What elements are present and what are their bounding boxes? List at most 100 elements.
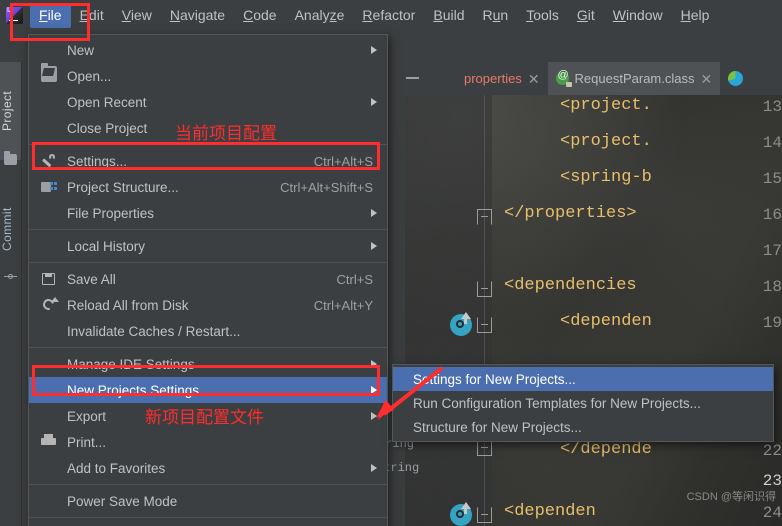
menu-bar: File Edit View Navigate Code Analyze Ref… — [0, 0, 782, 31]
menu-view[interactable]: View — [113, 3, 161, 28]
menu-item-save-all[interactable]: Save All Ctrl+S — [29, 266, 387, 292]
menu-item-label: Power Save Mode — [67, 493, 178, 509]
submenu-item-label: Structure for New Projects... — [413, 419, 582, 435]
menu-item-exit[interactable]: Exit — [29, 521, 387, 526]
code-line: <project. — [560, 132, 652, 151]
menu-separator — [29, 347, 387, 348]
menu-item-shortcut: Ctrl+Alt+Shift+S — [280, 179, 373, 195]
editor-tab-strip: properties ✕ RequestParam.class ✕ — [396, 62, 782, 95]
menu-item-label: Open... — [67, 68, 112, 84]
toolwindow-stripe: Project Commit — [0, 62, 22, 526]
menu-item-project-structure[interactable]: Project Structure... Ctrl+Alt+Shift+S — [29, 174, 387, 200]
menu-item-shortcut: Ctrl+S — [336, 271, 373, 287]
submenu-item-structure-for-new-projects[interactable]: Structure for New Projects... — [393, 415, 773, 439]
chevron-right-icon — [371, 46, 377, 54]
commit-icon — [4, 270, 17, 283]
folder-icon — [41, 63, 57, 82]
menu-separator — [29, 517, 387, 518]
submenu-item-label: Run Configuration Templates for New Proj… — [413, 395, 701, 411]
menu-code[interactable]: Code — [234, 3, 285, 28]
code-line: <spring-b — [560, 168, 652, 187]
code-line: <project. — [560, 96, 652, 115]
menu-item-label: New — [67, 42, 95, 58]
editor-tab-label: RequestParam.class — [574, 71, 695, 86]
reload-icon — [41, 297, 59, 313]
line-number: 18 — [762, 278, 782, 296]
menu-navigate[interactable]: Navigate — [161, 3, 234, 28]
code-line: <dependencies — [504, 276, 637, 295]
close-icon[interactable]: ✕ — [701, 72, 713, 86]
annotation-class-icon — [555, 69, 572, 87]
line-number: 19 — [762, 314, 782, 332]
menu-separator — [29, 262, 387, 263]
menu-item-label: File Properties — [67, 205, 155, 221]
annotation-box-settings — [32, 142, 380, 170]
menu-item-power-save-mode[interactable]: Power Save Mode — [29, 488, 387, 514]
save-icon — [41, 271, 57, 287]
close-icon[interactable]: ✕ — [528, 72, 540, 86]
menu-item-file-properties[interactable]: File Properties — [29, 200, 387, 226]
menu-item-reload-all-from-disk[interactable]: Reload All from Disk Ctrl+Alt+Y — [29, 292, 387, 318]
code-line: </depende — [560, 440, 652, 459]
code-line: </properties> — [504, 204, 637, 223]
menu-run[interactable]: Run — [474, 3, 518, 28]
annotation-current-project-config: 当前项目配置 — [175, 124, 277, 143]
ide-window: 13 14 15 16 17 18 19 22 23 24 <project. … — [0, 0, 782, 526]
menu-git[interactable]: Git — [568, 3, 604, 28]
menu-build[interactable]: Build — [424, 3, 473, 28]
menu-window[interactable]: Window — [604, 3, 672, 28]
menu-item-label: Project Structure... — [67, 179, 179, 195]
menu-help[interactable]: Help — [672, 3, 719, 28]
editor-tab-requestparam[interactable]: RequestParam.class ✕ — [547, 62, 721, 95]
line-number: 14 — [762, 134, 782, 152]
print-icon — [41, 434, 57, 450]
gutter-edge — [396, 62, 405, 526]
menu-item-local-history[interactable]: Local History — [29, 233, 387, 259]
menu-item-open-recent[interactable]: Open Recent — [29, 89, 387, 115]
project-structure-icon — [41, 179, 57, 195]
line-number: 15 — [762, 170, 782, 188]
submenu-item-run-config-templates[interactable]: Run Configuration Templates for New Proj… — [393, 391, 773, 415]
partial-tab-icon — [728, 71, 744, 86]
menu-separator — [29, 484, 387, 485]
line-number: 17 — [762, 242, 782, 260]
menu-item-label: Save All — [67, 271, 116, 287]
line-number: 13 — [762, 98, 782, 116]
code-line: <dependen — [504, 502, 596, 521]
editor-tab-label: properties — [464, 71, 522, 86]
menu-item-label: Open Recent — [67, 94, 147, 110]
sidebar-item-label: Project — [0, 90, 14, 132]
annotation-box-new-projects-settings — [32, 365, 380, 396]
submenu-item-settings-for-new-projects[interactable]: Settings for New Projects... — [393, 367, 773, 391]
menu-item-print[interactable]: Print... — [29, 429, 387, 455]
menu-analyze[interactable]: Analyze — [286, 3, 354, 28]
menu-tools[interactable]: Tools — [517, 3, 568, 28]
menu-item-label: Add to Favorites — [67, 460, 166, 476]
line-number: 16 — [762, 206, 782, 224]
menu-item-open[interactable]: Open... — [29, 63, 387, 89]
code-line: <dependen — [560, 312, 652, 331]
chevron-right-icon — [371, 209, 377, 217]
run-gutter-icon[interactable] — [450, 312, 472, 336]
menu-item-add-to-favorites[interactable]: Add to Favorites — [29, 455, 387, 481]
menu-item-label: Invalidate Caches / Restart... — [67, 323, 241, 339]
annotation-box-file-menu — [10, 3, 90, 41]
menu-refactor[interactable]: Refactor — [353, 3, 424, 28]
sidebar-item-commit[interactable]: Commit — [0, 180, 21, 278]
sidebar-item-project[interactable]: Project — [0, 62, 21, 160]
editor-tab-properties[interactable]: properties ✕ — [456, 62, 548, 95]
run-gutter-icon[interactable] — [450, 502, 472, 526]
editor-tab-partial[interactable] — [720, 62, 751, 95]
menu-item-label: Reload All from Disk — [67, 297, 189, 313]
line-number: 22 — [762, 442, 782, 460]
annotation-new-project-config-file: 新项目配置文件 — [145, 408, 264, 427]
folder-icon — [4, 151, 17, 165]
annotation-arrow-icon — [376, 366, 444, 420]
minimize-icon[interactable] — [405, 70, 420, 85]
menu-item-label: Print... — [67, 434, 107, 450]
menu-item-shortcut: Ctrl+Alt+Y — [313, 297, 373, 313]
menu-item-invalidate-caches[interactable]: Invalidate Caches / Restart... — [29, 318, 387, 344]
menu-item-label: Local History — [67, 238, 146, 254]
code-editor[interactable]: 13 14 15 16 17 18 19 22 23 24 <project. … — [396, 62, 782, 526]
file-menu-popup[interactable]: New Open... Open Recent Close Project Se… — [28, 34, 388, 526]
